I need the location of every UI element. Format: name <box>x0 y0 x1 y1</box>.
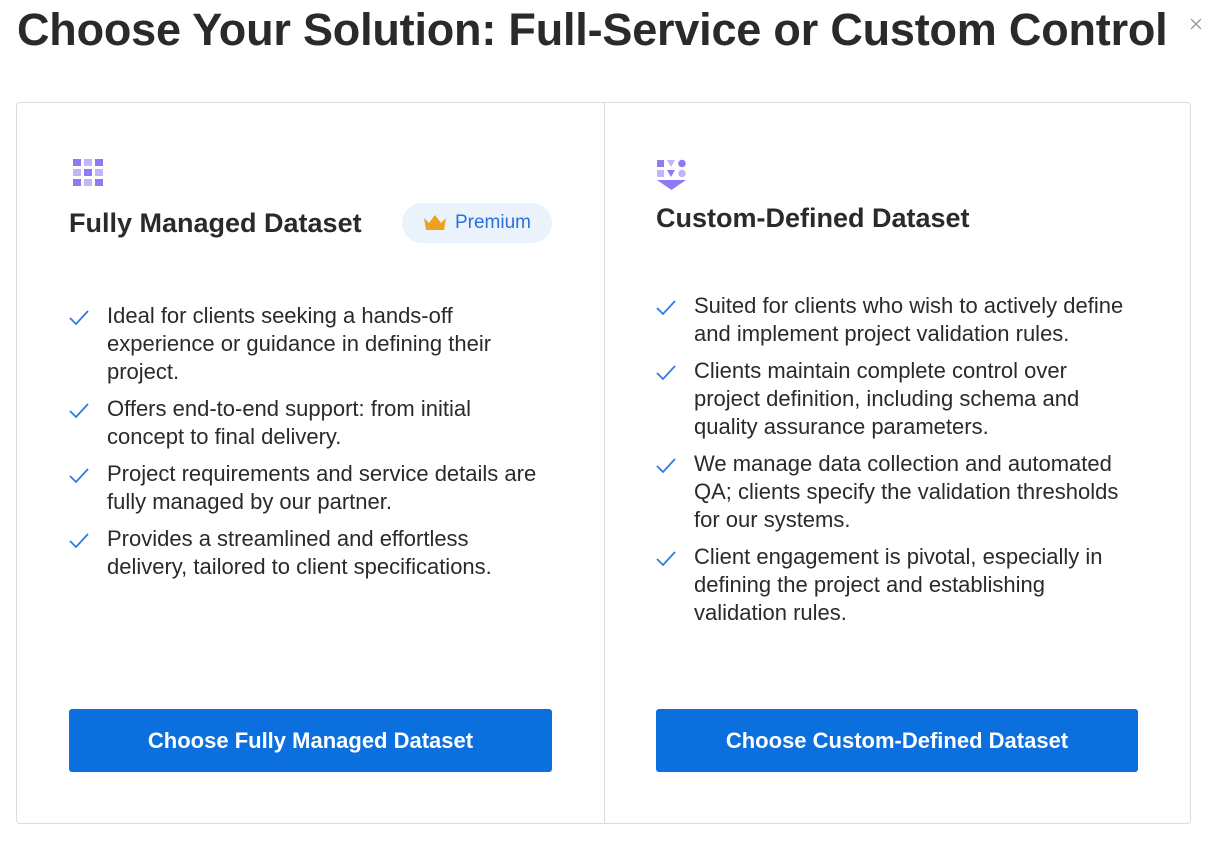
check-icon <box>656 543 694 572</box>
check-icon <box>69 395 107 424</box>
feature-text: Ideal for clients seeking a hands-off ex… <box>107 303 492 384</box>
feature-item: Clients maintain complete control over p… <box>656 357 1136 441</box>
badge-label: Premium <box>454 212 531 233</box>
choose-custom-defined-button[interactable]: Choose Custom-Defined Dataset <box>656 709 1138 772</box>
shapes-funnel-icon <box>657 159 686 190</box>
feature-list: Ideal for clients seeking a hands-off ex… <box>69 302 549 590</box>
check-icon <box>69 525 107 554</box>
choose-fully-managed-button[interactable]: Choose Fully Managed Dataset <box>69 709 552 772</box>
feature-text: Clients maintain complete control over p… <box>694 358 1080 439</box>
fully-managed-card: Fully Managed Dataset Premium Ideal for … <box>17 103 605 823</box>
feature-text: We manage data collection and automated … <box>694 451 1119 532</box>
feature-text: Provides a streamlined and effortless de… <box>107 526 492 579</box>
check-icon <box>656 450 694 479</box>
custom-defined-card: Custom-Defined Dataset Suited for client… <box>605 103 1190 823</box>
feature-text: Offers end-to-end support: from initial … <box>107 396 471 449</box>
feature-text: Client engagement is pivotal, especially… <box>694 544 1103 625</box>
feature-item: Provides a streamlined and effortless de… <box>69 525 549 581</box>
feature-item: Ideal for clients seeking a hands-off ex… <box>69 302 549 386</box>
feature-list: Suited for clients who wish to actively … <box>656 292 1136 636</box>
feature-text: Project requirements and service details… <box>107 461 537 514</box>
check-icon <box>69 302 107 331</box>
card-title: Fully Managed Dataset <box>69 208 362 238</box>
crown-icon <box>423 215 446 230</box>
feature-item: Offers end-to-end support: from initial … <box>69 395 549 451</box>
card-title: Custom-Defined Dataset <box>656 203 970 233</box>
feature-text: Suited for clients who wish to actively … <box>694 293 1124 346</box>
grid-icon <box>73 159 103 186</box>
modal-title: Choose Your Solution: Full-Service or Cu… <box>17 4 1168 55</box>
check-icon <box>69 460 107 489</box>
premium-badge: Premium <box>402 203 552 243</box>
check-icon <box>656 292 694 321</box>
feature-item: Suited for clients who wish to actively … <box>656 292 1136 348</box>
close-icon <box>1190 18 1202 30</box>
feature-item: Client engagement is pivotal, especially… <box>656 543 1136 627</box>
options-container: Fully Managed Dataset Premium Ideal for … <box>16 102 1191 824</box>
check-icon <box>656 357 694 386</box>
close-button[interactable] <box>1186 14 1206 34</box>
feature-item: We manage data collection and automated … <box>656 450 1136 534</box>
feature-item: Project requirements and service details… <box>69 460 549 516</box>
